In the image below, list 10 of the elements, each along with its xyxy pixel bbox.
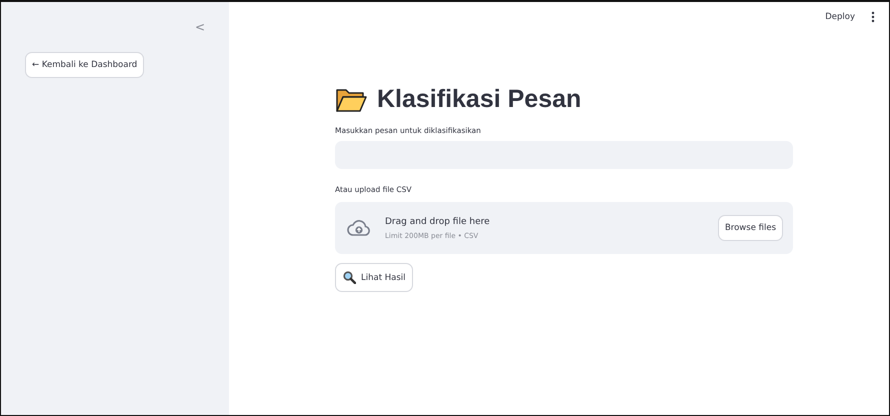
back-to-dashboard-button[interactable]: ← Kembali ke Dashboard [25, 52, 144, 78]
more-menu-icon[interactable] [871, 11, 875, 23]
drop-instruction: Drag and drop file here [385, 216, 491, 226]
magnifier-icon [343, 271, 356, 284]
browse-files-button[interactable]: Browse files [718, 215, 783, 241]
folder-icon [335, 86, 367, 112]
view-results-button[interactable]: Lihat Hasil [335, 263, 414, 292]
cloud-upload-icon [347, 219, 371, 237]
deploy-button[interactable]: Deploy [825, 12, 855, 22]
page-title: Klasifikasi Pesan [377, 85, 582, 114]
